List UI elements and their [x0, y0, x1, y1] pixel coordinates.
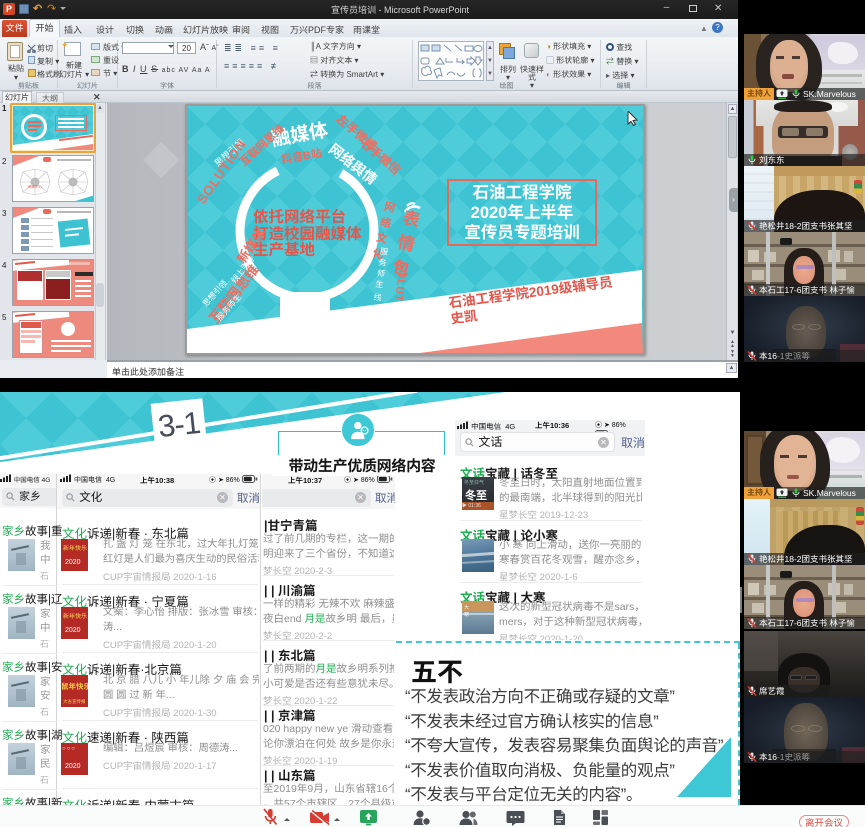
svg-text:新闻中心: 新闻中心 — [28, 185, 42, 189]
